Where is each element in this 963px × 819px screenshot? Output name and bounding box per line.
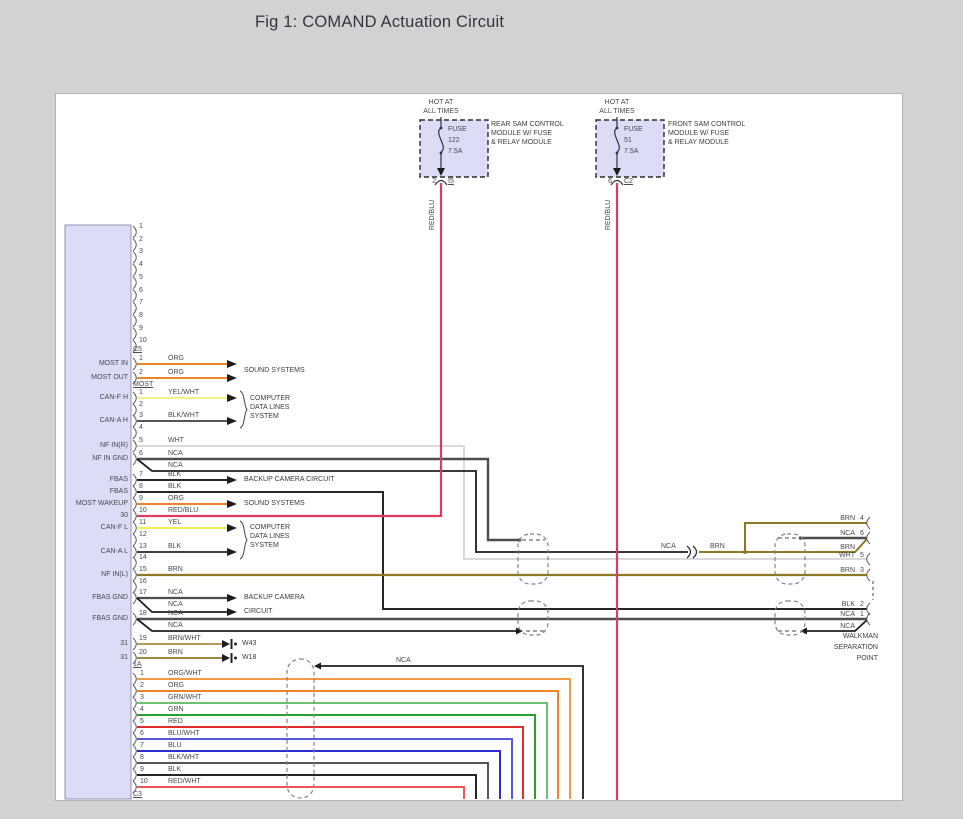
brace-icon (240, 521, 247, 559)
pin-arc (133, 427, 136, 439)
wire-red-blu (137, 183, 441, 516)
pin-arc (133, 613, 136, 625)
pin-arc (133, 569, 136, 581)
pin-arc (133, 557, 136, 569)
pin-arc (133, 486, 136, 498)
fuse-dot-icon (616, 152, 619, 155)
pin-arc (133, 239, 136, 251)
pin-arc (133, 685, 136, 697)
arrow-right-icon (227, 548, 237, 556)
pin-arc (133, 498, 136, 510)
arrow-right-icon (227, 417, 237, 425)
wire (806, 620, 867, 631)
arrow-right-icon (227, 524, 237, 532)
pin-arc (133, 277, 136, 289)
ground-dot-icon (234, 657, 237, 660)
pin-arc (133, 358, 136, 370)
pin-arc (133, 781, 136, 793)
ground-dot-icon (234, 643, 237, 646)
pin-arc (133, 251, 136, 263)
pin-arc (867, 569, 870, 581)
pin-arc (133, 721, 136, 733)
wire (137, 619, 516, 631)
pin-arc (133, 522, 136, 534)
pin-arc (133, 745, 136, 757)
pin-arc (133, 404, 136, 416)
ground-arrow-icon (222, 654, 230, 662)
pin-arc (133, 315, 136, 327)
arrow-right-icon (227, 360, 237, 368)
pin-arc (133, 415, 136, 427)
brace-icon (240, 391, 247, 428)
pin-arc (133, 328, 136, 340)
pin-arc (133, 474, 136, 486)
splice-icon (693, 546, 697, 558)
pin-arc (133, 302, 136, 314)
arrow-right-icon (227, 500, 237, 508)
pin-arc (867, 532, 870, 544)
pin-arc (133, 697, 136, 709)
pin-arc (133, 440, 136, 452)
pin-arc (133, 638, 136, 650)
pin-arc (133, 769, 136, 781)
pin-arc (133, 392, 136, 404)
arrow-right-icon (227, 394, 237, 402)
pin-arc (133, 709, 136, 721)
pin-arc (133, 581, 136, 593)
arrow-right-icon (227, 476, 237, 484)
arrow-right-icon (227, 374, 237, 382)
page: Fig 1: COMAND Actuation Circuit 12345678… (0, 0, 963, 819)
pin-arc (133, 453, 136, 465)
arrow-left-icon (314, 663, 321, 670)
pin-arc (133, 340, 136, 352)
pin-arc (867, 517, 870, 529)
pin-arc (133, 226, 136, 238)
left-connector-block (65, 225, 131, 799)
pin-arc (133, 510, 136, 522)
pin-arc (133, 534, 136, 546)
wire (137, 446, 867, 559)
pin-arc (133, 592, 136, 604)
ground-arrow-icon (222, 640, 230, 648)
arrow-left-icon (800, 628, 807, 635)
fuse-box (420, 120, 488, 177)
wire (745, 539, 867, 552)
wire (321, 666, 583, 799)
pin-arc (133, 673, 136, 685)
fuse-box (596, 120, 664, 177)
wiring-svg (0, 0, 963, 819)
pin-arc (133, 546, 136, 558)
wire (137, 492, 867, 609)
fuse-dot-icon (440, 152, 443, 155)
wire-org (137, 691, 558, 799)
pin-arc (867, 553, 870, 565)
pin-arc (133, 733, 136, 745)
pin-arc (133, 757, 136, 769)
wire-red-wht (137, 787, 464, 799)
wire-blu-wht (137, 739, 512, 799)
pin-arc (133, 652, 136, 664)
arrow-right-icon (227, 594, 237, 602)
pin-arc (133, 290, 136, 302)
wire (137, 598, 227, 612)
wire (137, 459, 688, 552)
arrow-right-icon (227, 608, 237, 616)
pin-arc (133, 264, 136, 276)
pin-arc (133, 372, 136, 384)
wire-blk-wht (137, 763, 488, 799)
